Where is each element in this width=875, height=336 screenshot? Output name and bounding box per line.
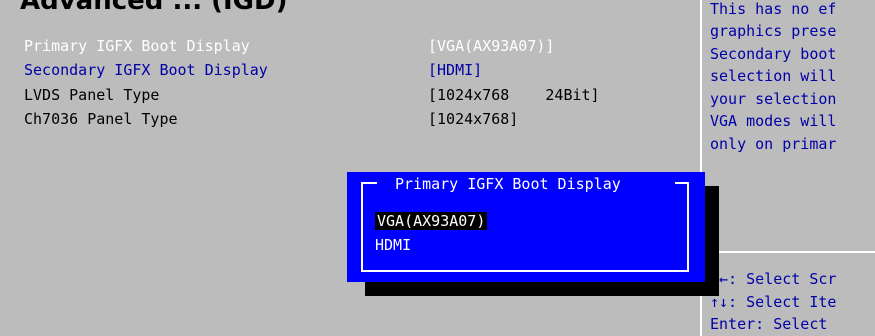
help-text-line: This has no ef [710,0,837,18]
popup-option-vga[interactable]: VGA(AX93A07) [375,212,488,230]
help-text-line: Secondary boot [710,45,837,63]
setting-value[interactable]: [1024x768] [428,110,518,128]
frame-top-left-edge [361,182,377,184]
help-text-line: only on primar [710,135,837,153]
key-hint-select-screen: →←: Select Scr [710,270,837,288]
title-bar: Advanced ... (IGD) [0,0,700,18]
option-popup: Primary IGFX Boot Display VGA(AX93A07) H… [347,172,705,282]
setting-row-primary-igfx[interactable]: Primary IGFX Boot Display [VGA(AX93A07)] [0,37,700,59]
setting-row-lvds-panel[interactable]: LVDS Panel Type [1024x768 24Bit] [0,86,700,108]
help-text-line: VGA modes will [710,112,837,130]
help-text-line: graphics prese [710,22,837,40]
help-panel: This has no ef graphics prese Secondary … [702,0,875,336]
setting-value[interactable]: [1024x768 24Bit] [428,86,600,104]
key-hint-select-item: ↑↓: Select Ite [710,293,837,311]
setting-row-secondary-igfx[interactable]: Secondary IGFX Boot Display [HDMI] [0,61,700,83]
help-separator [702,251,875,253]
setting-label: Primary IGFX Boot Display [24,37,250,55]
setting-value[interactable]: [HDMI] [428,61,482,79]
popup-title: Primary IGFX Boot Display [395,175,621,193]
key-hint-enter-select: Enter: Select [710,315,828,333]
help-text-line: selection will [710,67,837,85]
setting-label: Secondary IGFX Boot Display [24,61,268,79]
setting-label: LVDS Panel Type [24,86,160,104]
popup-option-hdmi[interactable]: HDMI [375,236,411,254]
page-title: Advanced ... (IGD) [20,0,288,16]
help-text-line: your selection [710,90,837,108]
setting-value[interactable]: [VGA(AX93A07)] [428,37,554,55]
setting-row-ch7036-panel[interactable]: Ch7036 Panel Type [1024x768] [0,110,700,132]
setting-label: Ch7036 Panel Type [24,110,178,128]
frame-top-right-edge [675,182,689,184]
